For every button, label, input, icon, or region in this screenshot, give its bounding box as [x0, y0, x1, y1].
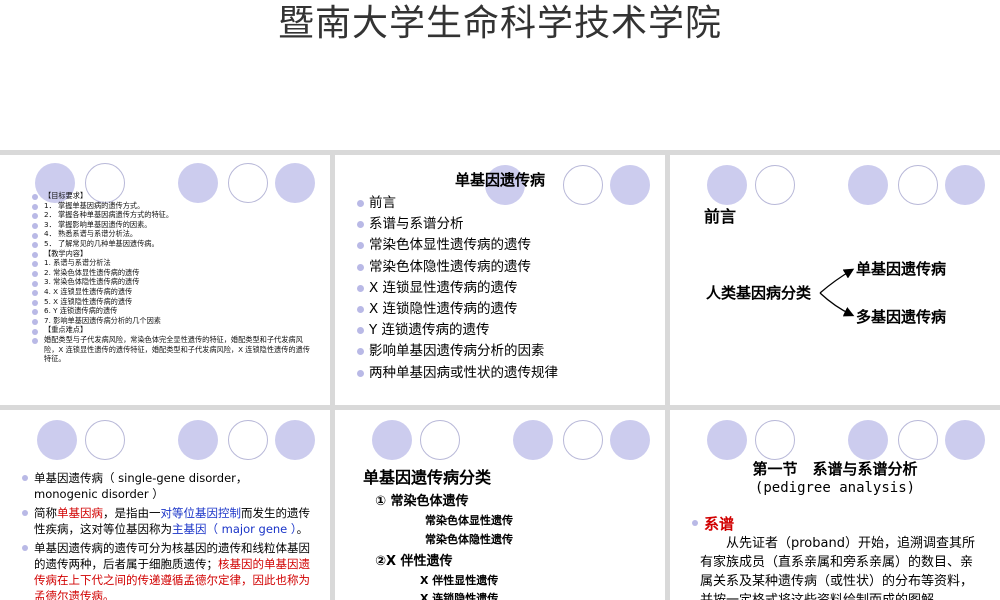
- decor-circle: [898, 420, 938, 460]
- list-item: X 连锁显性遗传病的遗传: [357, 278, 657, 299]
- list-item: 常染色体隐性遗传病的遗传: [357, 257, 657, 278]
- branch-arrows: [819, 268, 855, 317]
- decor-circle: [85, 420, 125, 460]
- list-item: 系谱与系谱分析: [357, 214, 657, 235]
- text-span: 简称: [34, 506, 57, 520]
- list-item: 影响单基因遗传病分析的因素: [357, 341, 657, 362]
- list-item: 【教学内容】: [32, 249, 317, 259]
- list-item: 1． 掌握单基因病的遗传方式。: [32, 201, 317, 211]
- slide-2-thumbnail[interactable]: 单基因遗传病 前言 系谱与系谱分析 常染色体显性遗传病的遗传 常染色体隐性遗传病…: [335, 155, 665, 405]
- slide-title: 单基因遗传病: [454, 171, 545, 189]
- list-item: 两种单基因病或性状的遗传规律: [357, 363, 657, 384]
- list-item: 4. X 连锁显性遗传病的遗传: [32, 287, 317, 297]
- subcategory-label: X 伴性显性遗传: [420, 574, 499, 587]
- list-item: 5. X 连锁隐性遗传病的遗传: [32, 297, 317, 307]
- list-item: 2． 掌握各种单基因病遗传方式的特征。: [32, 210, 317, 220]
- title-area: 暨南大学生命科学技术学院: [0, 0, 1000, 150]
- list-item: 6. Y 连锁遗传病的遗传: [32, 306, 317, 316]
- list-item: X 连锁隐性遗传病的遗传: [357, 299, 657, 320]
- section-subtitle: (pedigree analysis): [754, 480, 916, 496]
- single-gene-label: 单基因遗传病: [856, 260, 947, 278]
- decor-circle: [372, 420, 412, 460]
- decor-circle: [420, 420, 460, 460]
- decor-circle: [275, 420, 315, 460]
- list-item: 2. 常染色体显性遗传病的遗传: [32, 268, 317, 278]
- text-span: 。: [296, 522, 309, 536]
- list-item: 婚配类型与子代发病风险，常染色体完全显性遗传的特征，婚配类型和子代发病风险，X …: [32, 335, 317, 364]
- decor-circle: [228, 420, 268, 460]
- slide-heading: 单基因遗传病分类: [363, 468, 492, 487]
- highlight-term: 主基因（ major gene ）: [172, 522, 297, 536]
- list-item: 【重点难点】: [32, 325, 317, 335]
- subcategory-label: 常染色体隐性遗传: [425, 533, 513, 546]
- highlight-term: 对等位基因控制: [160, 506, 242, 520]
- list-item: 单基因遗传病（ single-gene disorder， monogenic …: [22, 470, 312, 502]
- decor-circle: [755, 420, 795, 460]
- definition-paragraph: 从先证者（proband）开始，追溯调查其所有家族成员（直系亲属和旁系亲属）的数…: [700, 536, 975, 600]
- subcategory-label: X 连锁隐性遗传: [420, 592, 499, 600]
- highlight-term: 单基因病: [57, 506, 103, 520]
- decor-circle: [178, 420, 218, 460]
- slide-4-thumbnail[interactable]: 单基因遗传病（ single-gene disorder， monogenic …: [0, 410, 330, 600]
- list-item: 【目标要求】: [32, 191, 317, 201]
- list-item: 前言: [357, 193, 657, 214]
- list-item: Y 连锁遗传病的遗传: [357, 320, 657, 341]
- definition-list: 单基因遗传病（ single-gene disorder， monogenic …: [22, 470, 312, 600]
- list-item: 1. 系谱与系谱分析法: [32, 258, 317, 268]
- page-title: 暨南大学生命科学技术学院: [277, 3, 722, 44]
- section-label: 系谱: [692, 513, 734, 534]
- subcategory-label: 常染色体显性遗传: [425, 514, 513, 527]
- text-span: ，是指由一: [103, 506, 161, 520]
- decor-circle: [945, 420, 985, 460]
- list-item: 常染色体显性遗传病的遗传: [357, 235, 657, 256]
- objectives-list: 【目标要求】 1． 掌握单基因病的遗传方式。 2． 掌握各种单基因病遗传方式的特…: [32, 191, 317, 364]
- list-item: 3. 常染色体隐性遗传病的遗传: [32, 277, 317, 287]
- list-item: 单基因遗传病的遗传可分为核基因的遗传和线粒体基因的遗传两种，后者属于细胞质遗传；…: [22, 540, 312, 600]
- slide-6-thumbnail[interactable]: 第一节 系谱与系谱分析 (pedigree analysis) 系谱 从先证者（…: [670, 410, 1000, 600]
- list-item: 3． 掌握影响单基因遗传的因素。: [32, 220, 317, 230]
- list-item: 5． 了解常见的几种单基因遗传病。: [32, 239, 317, 249]
- decor-circle: [563, 420, 603, 460]
- category-label: ②X 伴性遗传: [375, 554, 453, 569]
- toc-list: 前言 系谱与系谱分析 常染色体显性遗传病的遗传 常染色体隐性遗传病的遗传 X 连…: [357, 193, 657, 384]
- list-item: 简称单基因病，是指由一对等位基因控制而发生的遗传性疾病，这对等位基因称为主基因（…: [22, 505, 312, 537]
- slide-3-thumbnail[interactable]: 前言 人类基因病分类 单基因遗传病 多基因遗传病: [670, 155, 1000, 405]
- category-label: ① 常染色体遗传: [375, 494, 469, 509]
- decor-circle: [37, 420, 77, 460]
- classification-label: 人类基因病分类: [706, 284, 812, 302]
- decor-circle: [610, 420, 650, 460]
- multi-gene-label: 多基因遗传病: [856, 308, 947, 326]
- decor-circle: [513, 420, 553, 460]
- slide-5-thumbnail[interactable]: 单基因遗传病分类 ① 常染色体遗传 常染色体显性遗传 常染色体隐性遗传 ②X 伴…: [335, 410, 665, 600]
- list-item: 7. 影响单基因遗传病分析的几个因素: [32, 316, 317, 326]
- slide-grid: 【目标要求】 1． 掌握单基因病的遗传方式。 2． 掌握各种单基因病遗传方式的特…: [0, 150, 1000, 600]
- slide-1-thumbnail[interactable]: 【目标要求】 1． 掌握单基因病的遗传方式。 2． 掌握各种单基因病遗传方式的特…: [0, 155, 330, 405]
- decor-circle: [707, 420, 747, 460]
- list-item: 4． 熟悉系谱与系谱分析法。: [32, 229, 317, 239]
- section-title: 第一节 系谱与系谱分析: [752, 460, 918, 478]
- decor-circle: [848, 420, 888, 460]
